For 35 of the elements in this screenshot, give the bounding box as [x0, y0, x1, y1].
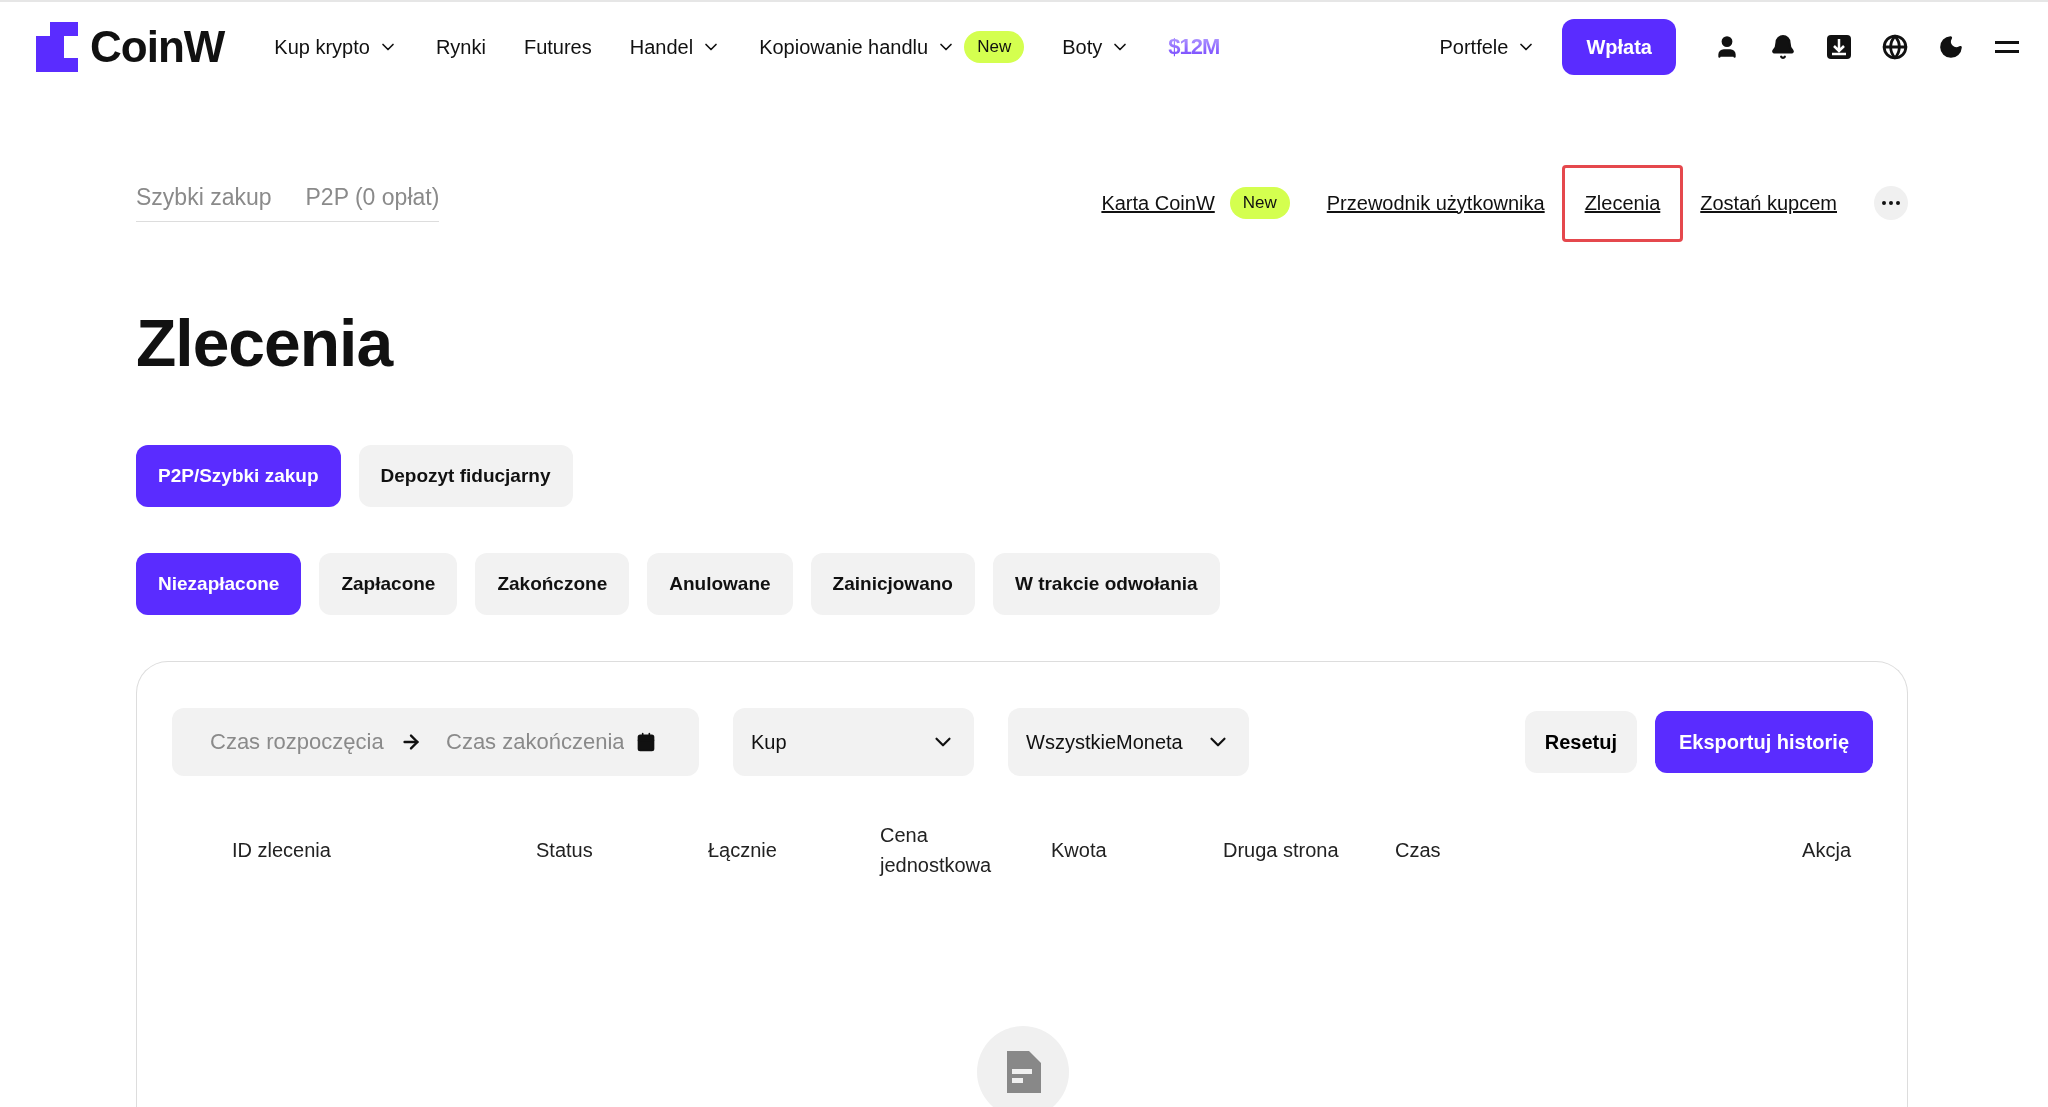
status-tab[interactable]: Niezapłacone	[136, 553, 302, 615]
column-header: ID zlecenia	[232, 838, 332, 863]
column-header: Łącznie	[708, 838, 778, 863]
new-badge: New	[1229, 187, 1290, 219]
column-header: Czas	[1395, 838, 1442, 863]
column-header: Akcja	[1801, 838, 1851, 863]
new-badge: New	[964, 31, 1025, 63]
category-tab[interactable]: P2P/Szybki zakup	[136, 445, 341, 507]
column-header: Cena jednostkowa	[880, 823, 993, 878]
start-time-field[interactable]: Czas rozpoczęcia	[208, 728, 390, 756]
category-tab[interactable]: Depozyt fiducjarny	[358, 445, 573, 507]
status-tab[interactable]: Zakończone	[475, 553, 630, 615]
nav-item[interactable]: Futures	[523, 35, 592, 59]
end-time-field[interactable]: Czas zakończenia	[444, 728, 626, 756]
column-header: Druga strona	[1223, 838, 1340, 863]
column-header: Status	[536, 838, 594, 863]
sub-link[interactable]: Zlecenia	[1561, 164, 1684, 242]
nav-item[interactable]: Kup krypto	[274, 35, 398, 59]
status-tab[interactable]: Anulowane	[647, 553, 793, 615]
status-tab[interactable]: Zainicjowano	[810, 553, 975, 615]
status-tab[interactable]: Zapłacone	[319, 553, 458, 615]
reset-button[interactable]: Resetuj	[1524, 711, 1637, 773]
logo-text: CoinW	[90, 22, 225, 72]
side-select[interactable]: Kup	[733, 708, 974, 776]
nav-item[interactable]: Boty	[1062, 35, 1131, 59]
deposit-button[interactable]: Wpłata	[1562, 19, 1676, 75]
wallets-menu[interactable]: Portfele	[1439, 35, 1537, 59]
column-header: Kwota	[1051, 838, 1108, 863]
export-button[interactable]: Eksportuj historię	[1654, 711, 1873, 773]
nav-item[interactable]: Rynki	[435, 35, 486, 59]
status-tab[interactable]: W trakcie odwołania	[992, 553, 1220, 615]
page-title: Zlecenia	[136, 305, 395, 381]
nav-item[interactable]: Handel	[629, 35, 722, 59]
coin-select[interactable]: WszystkieMoneta	[1008, 708, 1249, 776]
nav-item[interactable]: Kopiowanie handlu New	[759, 31, 1025, 63]
